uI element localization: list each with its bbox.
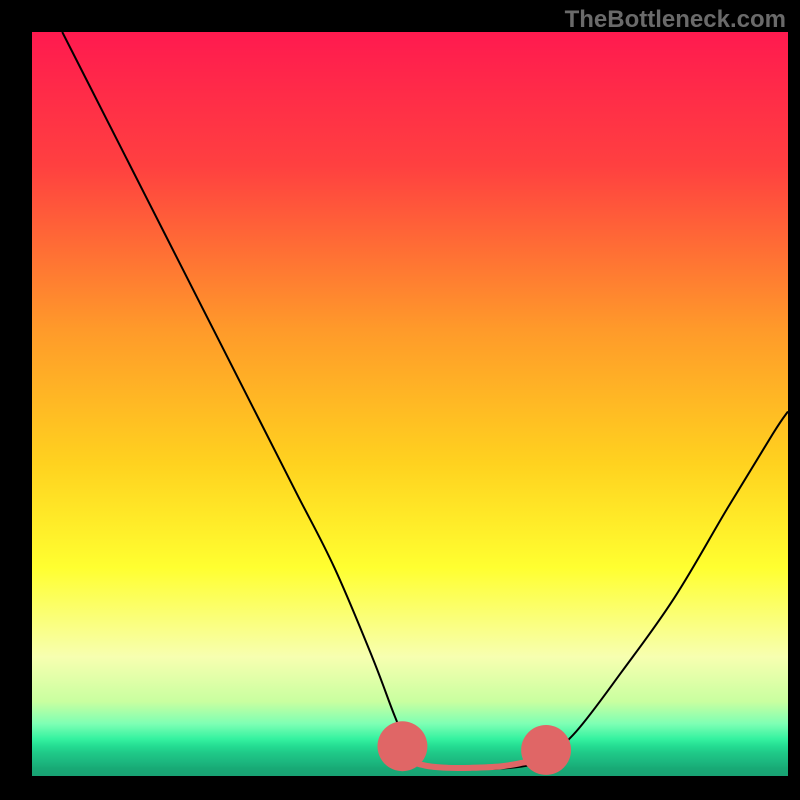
highlight-end (521, 725, 571, 775)
highlight-start (377, 721, 427, 771)
curve-layer (32, 32, 788, 776)
watermark-text: TheBottleneck.com (565, 6, 786, 34)
bottleneck-curve (62, 32, 788, 769)
plot-area (32, 32, 788, 776)
